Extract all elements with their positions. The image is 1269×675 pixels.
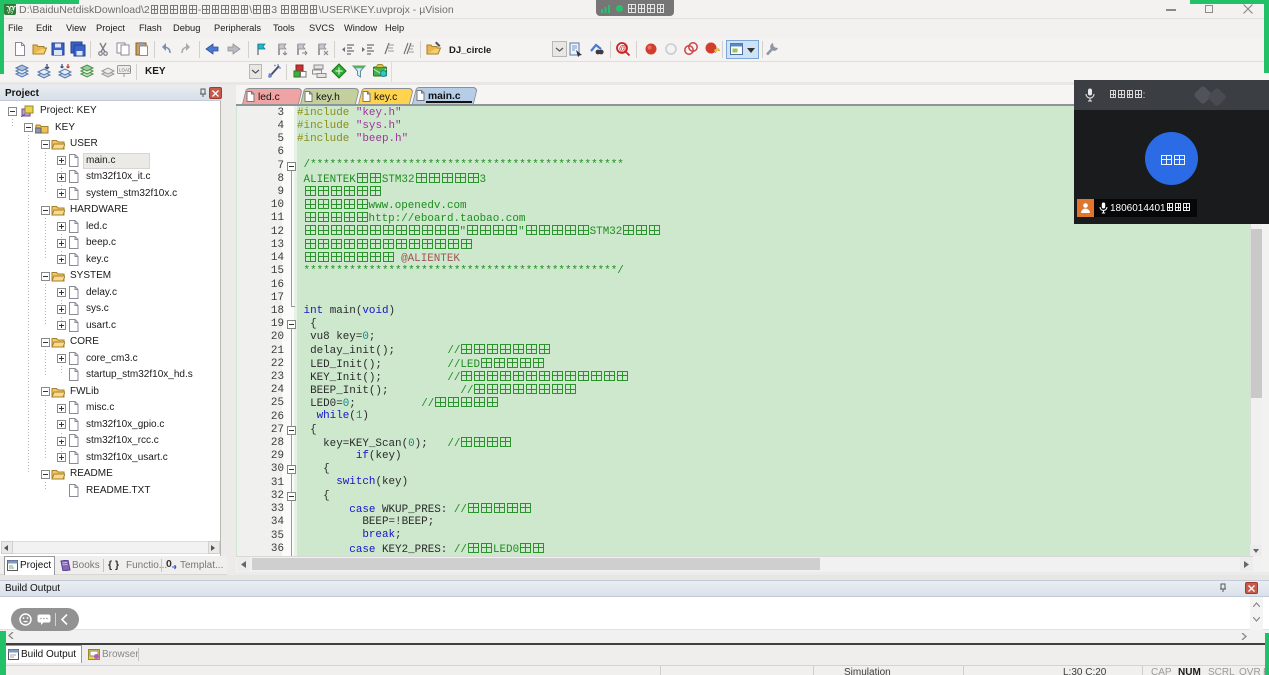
svg-text:V5: V5	[7, 10, 13, 16]
svg-text:@: @	[619, 44, 627, 53]
svg-text:LOAD: LOAD	[119, 68, 132, 73]
